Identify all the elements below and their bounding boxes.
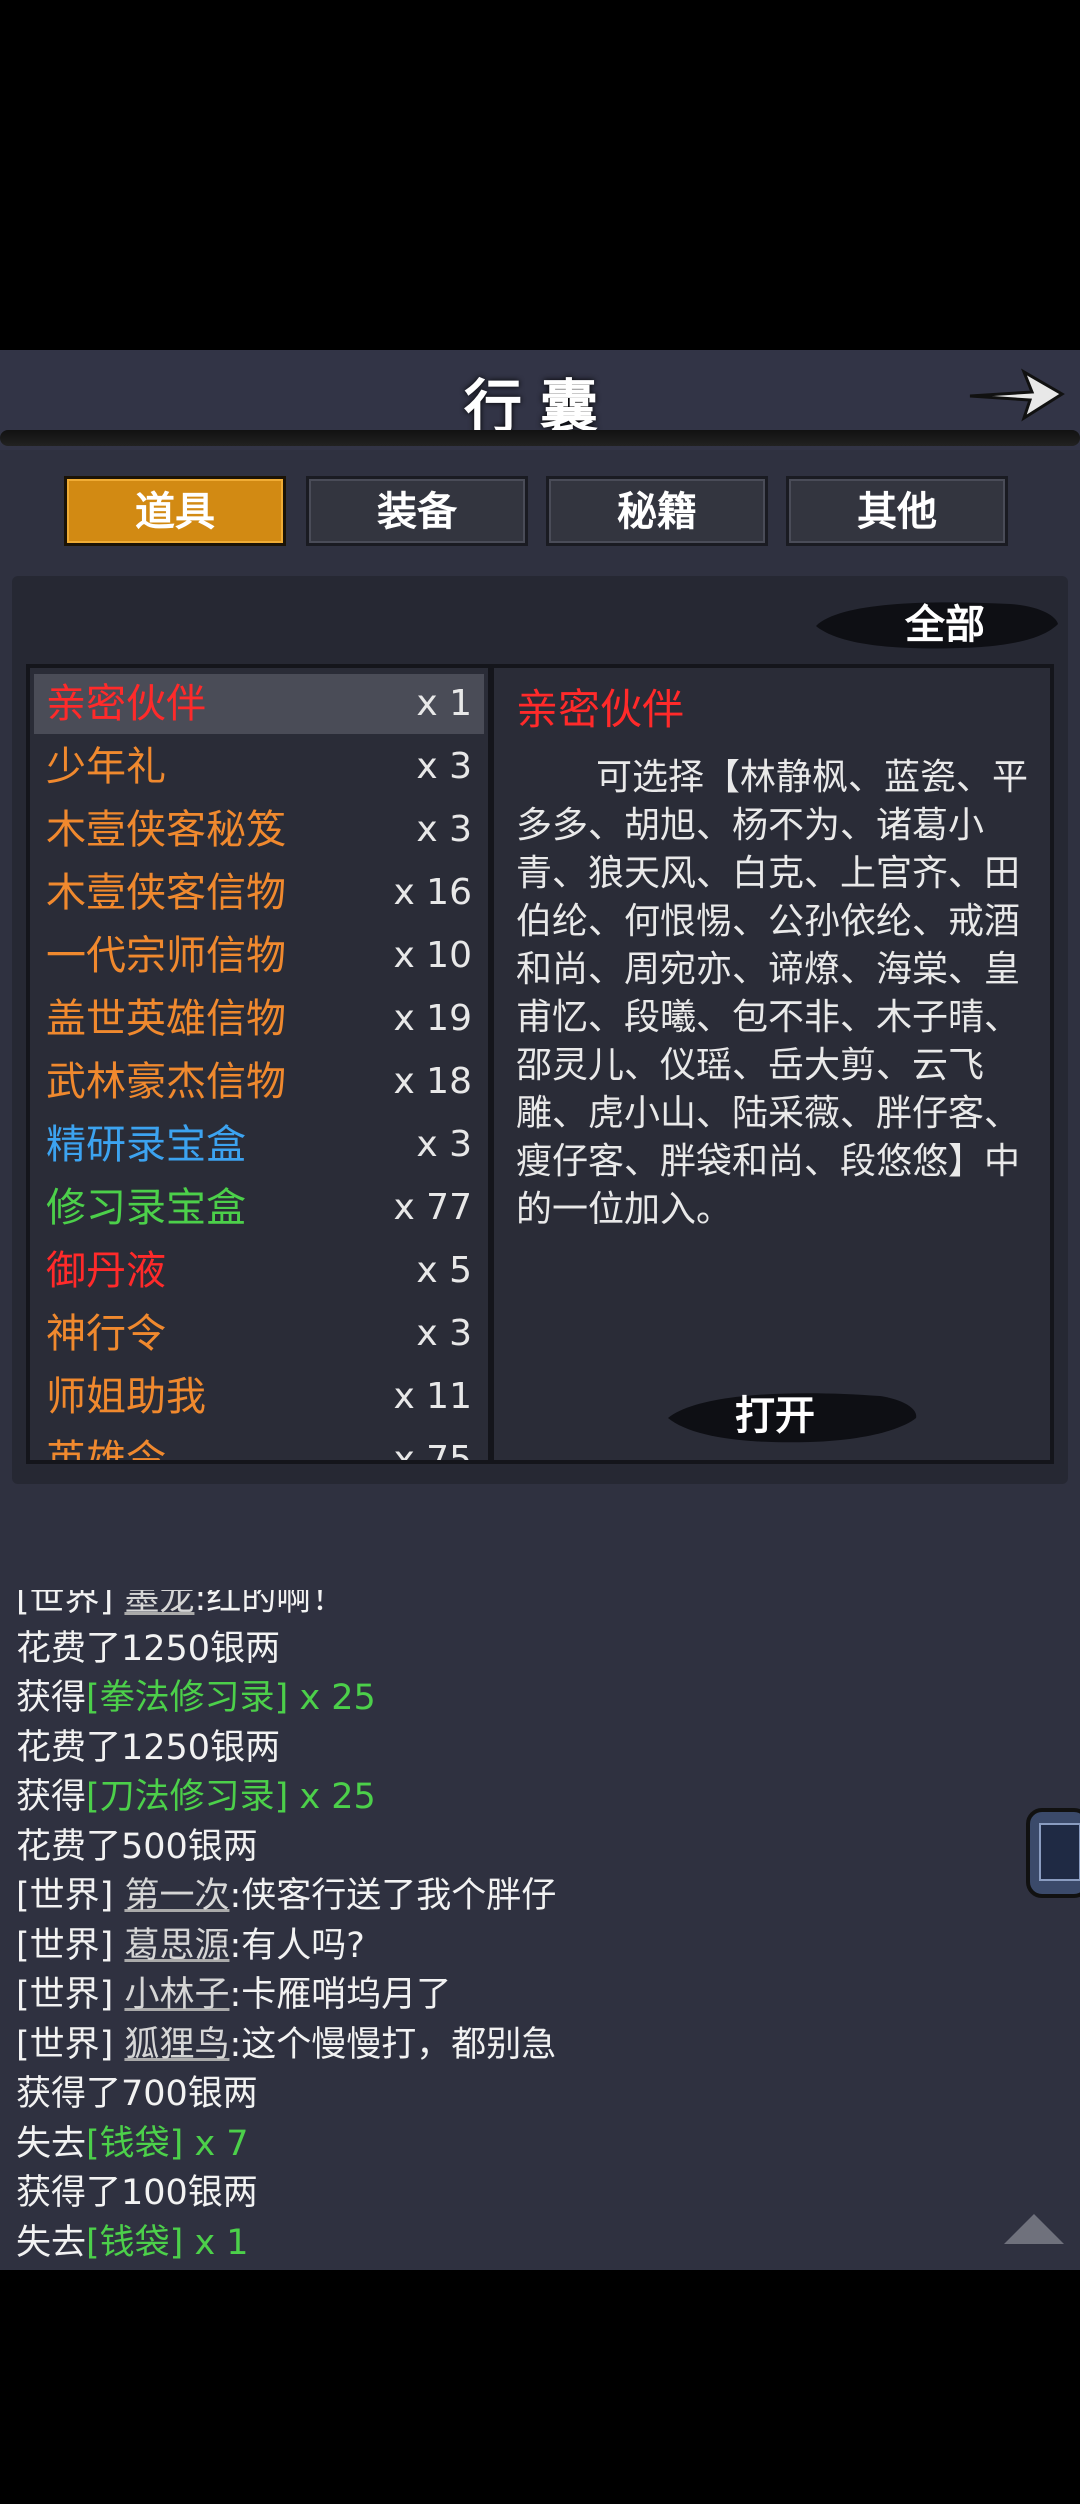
item-quantity: x 3 <box>416 746 472 787</box>
log-text: 花费了1250银两 <box>16 1727 281 1768</box>
item-quantity: x 3 <box>416 1124 472 1165</box>
log-text: 获得了700银两 <box>16 2074 258 2114</box>
player-name[interactable]: 小林子 <box>124 1975 229 2015</box>
item-quantity: x 16 <box>393 872 472 913</box>
log-text: :卡雁哨坞月了 <box>229 1975 452 2015</box>
player-name[interactable]: 墨龙 <box>124 1590 194 1619</box>
detail-description: 可选择【林静枫、蓝瓷、平多多、胡旭、杨不为、诸葛小青、狼天风、白克、上官齐、田伯… <box>516 757 1029 1230</box>
scroll-book-icon[interactable] <box>1024 1800 1080 1906</box>
log-line: 获得[刀法修习录] x 25 <box>16 1772 376 1822</box>
log-line: 花费了500银两 <box>16 1822 258 1872</box>
item-name: 武林豪杰信物 <box>46 1059 286 1105</box>
back-arrow-icon[interactable] <box>966 360 1066 426</box>
item-name: 精研录宝盒 <box>46 1122 246 1168</box>
log-line: [世界] 第一次:侠客行送了我个胖仔 <box>16 1871 556 1921</box>
tab-others[interactable]: 其他 <box>786 476 1008 546</box>
player-name[interactable]: 狐狸鸟 <box>124 2025 229 2065</box>
inventory-item[interactable]: 师姐助我 x 11 <box>34 1367 484 1427</box>
item-quantity: x 77 <box>393 1187 472 1228</box>
log-text: [拳法修习录] x 25 <box>86 1678 376 1718</box>
item-quantity: x 11 <box>393 1376 472 1417</box>
open-button[interactable]: 打开 <box>700 1384 850 1448</box>
log-text: [世界] <box>16 1925 125 1966</box>
item-quantity: x 3 <box>416 809 472 850</box>
item-name: 盖世英雄信物 <box>46 996 286 1042</box>
item-name: 少年礼 <box>46 744 166 790</box>
item-quantity: x 1 <box>416 683 472 724</box>
item-list: 亲密伙伴 x 1 少年礼 x 3 木壹侠客秘笈 x 3 木壹侠客信物 x 16 一代宗师信物 x … <box>26 664 492 1464</box>
message-log: [世界] 墨龙:红的啊！ 花费了1250银两 获得[拳法修习录] x 25 花费了12… <box>0 1590 1080 2270</box>
item-quantity: x 75 <box>393 1439 472 1464</box>
inventory-item[interactable]: 木壹侠客秘笈 x 3 <box>34 800 484 860</box>
tab-equipment[interactable]: 装备 <box>306 476 528 546</box>
log-text: 获得 <box>16 1777 87 1817</box>
inventory-item[interactable]: 精研录宝盒 x 3 <box>34 1115 484 1175</box>
item-quantity: x 10 <box>393 935 472 976</box>
log-text: [世界] <box>16 1876 125 1916</box>
log-text: [世界] <box>16 1590 125 1619</box>
log-line: 失去[钱袋] x 7 <box>16 2119 249 2169</box>
inventory-item[interactable]: 木壹侠客信物 x 16 <box>34 863 484 923</box>
item-name: 木壹侠客秘笈 <box>46 807 286 853</box>
inventory-item[interactable]: 武林豪杰信物 x 18 <box>34 1052 484 1112</box>
item-name: 御丹液 <box>46 1248 166 1294</box>
item-name: 修习录宝盒 <box>46 1185 246 1231</box>
item-quantity: x 18 <box>393 1061 472 1102</box>
log-text: :侠客行送了我个胖仔 <box>229 1876 557 1916</box>
log-line: [世界] 狐狸鸟:这个慢慢打，都别急 <box>16 2020 556 2070</box>
log-text: :红的啊！ <box>194 1590 347 1619</box>
log-line: 获得[拳法修习录] x 25 <box>16 1673 376 1723</box>
log-line: [世界] 小林子:卡雁哨坞月了 <box>16 1970 451 2020</box>
log-line: 失去[钱袋] x 1 <box>16 2218 249 2268</box>
log-line: 花费了1250银两 <box>16 1624 280 1674</box>
player-name[interactable]: 葛思源 <box>124 1926 229 1966</box>
inventory-item[interactable]: 御丹液 x 5 <box>34 1241 484 1301</box>
item-name: 师姐助我 <box>46 1374 206 1420</box>
item-quantity: x 5 <box>416 1250 472 1291</box>
item-name: 亲密伙伴 <box>46 681 206 727</box>
log-text: 获得 <box>16 1678 87 1718</box>
inventory-item[interactable]: 英雄令 x 75 <box>34 1430 484 1464</box>
scroll-up-icon[interactable] <box>1002 2210 1066 2246</box>
log-text: :这个慢慢打，都别急 <box>229 2024 557 2065</box>
player-name[interactable]: 第一次 <box>124 1876 229 1916</box>
log-text: [世界] <box>16 2024 125 2065</box>
inventory-item[interactable]: 一代宗师信物 x 10 <box>34 926 484 986</box>
log-text: :有人吗? <box>229 1925 365 1966</box>
item-quantity: x 19 <box>393 998 472 1039</box>
log-text: [钱袋] x 1 <box>86 2222 249 2263</box>
inventory-item[interactable]: 修习录宝盒 x 77 <box>34 1178 484 1238</box>
inventory-item[interactable]: 盖世英雄信物 x 19 <box>34 989 484 1049</box>
log-line: 花费了1250银两 <box>16 1723 280 1773</box>
category-tabs: 道具 装备 秘籍 其他 <box>64 476 1016 550</box>
inventory-item[interactable]: 神行令 x 3 <box>34 1304 484 1364</box>
log-text: 花费了1250银两 <box>16 1628 281 1669</box>
inventory-item[interactable]: 亲密伙伴 x 1 <box>34 674 484 734</box>
log-text: 失去 <box>16 2123 87 2164</box>
tab-items[interactable]: 道具 <box>64 476 286 546</box>
log-text: 获得了100银两 <box>16 2173 258 2213</box>
tab-manuals[interactable]: 秘籍 <box>546 476 768 546</box>
item-name: 神行令 <box>46 1311 166 1357</box>
detail-title: 亲密伙伴 <box>516 685 685 734</box>
item-name: 一代宗师信物 <box>46 933 286 979</box>
log-line: 获得了100银两 <box>16 2168 258 2218</box>
log-text: [钱袋] x 7 <box>86 2123 249 2164</box>
title-divider <box>0 430 1080 446</box>
log-text: [刀法修习录] x 25 <box>86 1777 376 1817</box>
log-line: [世界] 墨龙:红的啊！ <box>16 1590 346 1624</box>
filter-all-button[interactable]: 全部 <box>870 596 1020 654</box>
log-text: 失去 <box>16 2222 87 2263</box>
item-name: 木壹侠客信物 <box>46 870 286 916</box>
item-name: 英雄令 <box>46 1437 166 1464</box>
log-text: 花费了500银两 <box>16 1826 258 1867</box>
log-line: 获得了700银两 <box>16 2069 258 2119</box>
log-line: [世界] 葛思源:有人吗? <box>16 1921 365 1971</box>
item-quantity: x 3 <box>416 1313 472 1354</box>
log-text: [世界] <box>16 1975 125 2015</box>
inventory-item[interactable]: 少年礼 x 3 <box>34 737 484 797</box>
